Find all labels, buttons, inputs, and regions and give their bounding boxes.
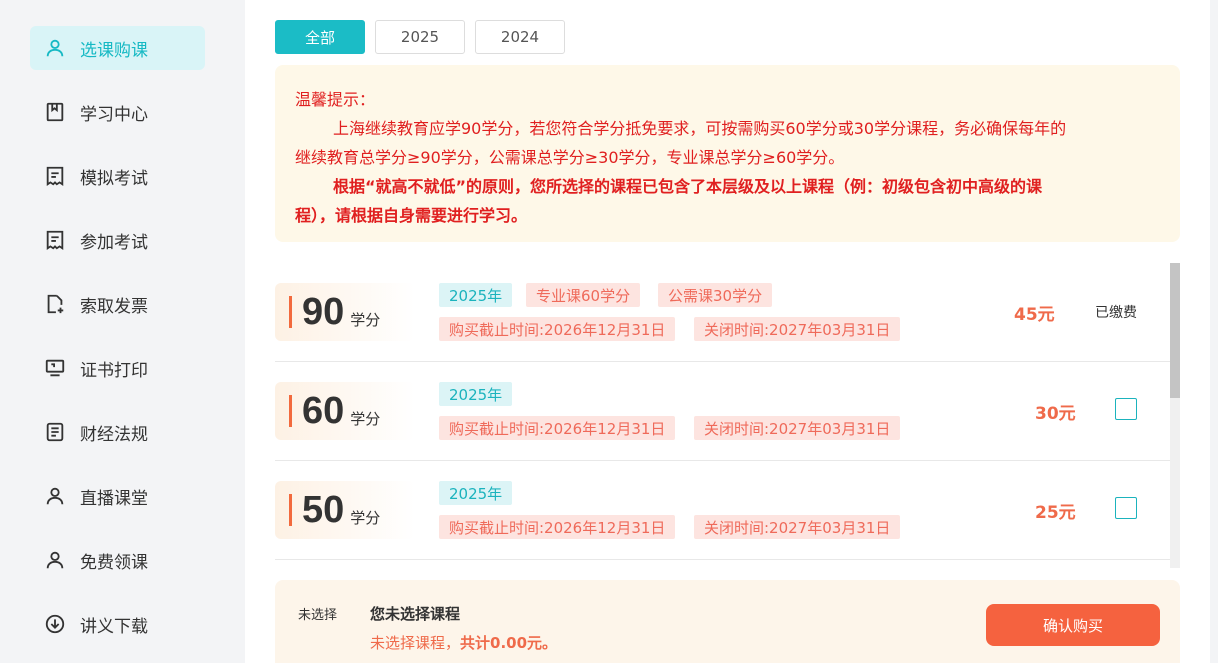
year-tag: 2025年 <box>439 283 513 307</box>
course-type-tag: 公需课30学分 <box>658 283 773 307</box>
scrollbar-thumb[interactable] <box>1170 263 1180 398</box>
course-price: 25元 <box>1035 503 1076 523</box>
course-select-checkbox[interactable] <box>1115 398 1137 420</box>
notice-line: 继续教育总学分≥90学分，公需课总学分≥30学分，专业课总学分≥60学分。 <box>295 148 845 167</box>
sidebar-item-study-center[interactable]: 学习中心 <box>30 90 205 134</box>
credit-accent-bar <box>289 494 292 526</box>
course-list: 90 学分 2025年 专业课60学分 公需课30学分 购买截止时间:2026年… <box>275 263 1170 568</box>
credit-number: 60 <box>302 389 345 432</box>
credit-accent-bar <box>289 395 292 427</box>
sidebar-item-label: 索取发票 <box>80 296 148 317</box>
credit-badge: 60 学分 <box>275 382 415 440</box>
sidebar-item-select-course[interactable]: 选课购课 <box>30 26 205 70</box>
monitor-print-icon <box>44 357 66 379</box>
year-tag: 2025年 <box>439 481 513 505</box>
notice-line: 上海继续教育应学90学分，若您符合学分抵免要求，可按需购买60学分或30学分课程… <box>333 119 1067 138</box>
sidebar-item-invoice[interactable]: 索取发票 <box>30 282 205 326</box>
course-row: 60 学分 2025年 购买截止时间:2026年12月31日 关闭时间:2027… <box>275 362 1170 461</box>
credit-badge: 90 学分 <box>275 283 415 341</box>
sidebar-item-label: 选课购课 <box>80 40 148 61</box>
selection-title: 您未选择课程 <box>370 605 461 623</box>
sidebar-item-label: 证书打印 <box>80 360 148 381</box>
course-select-checkbox[interactable] <box>1115 497 1137 519</box>
total-value: 共计0.00元。 <box>460 634 558 652</box>
user-icon <box>44 485 66 507</box>
download-circle-icon <box>44 613 66 635</box>
paid-status: 已缴费 <box>1095 305 1137 321</box>
close-time-tag: 关闭时间:2027年03月31日 <box>694 317 901 341</box>
purchase-deadline-tag: 购买截止时间:2026年12月31日 <box>439 416 676 440</box>
sidebar-item-free-course[interactable]: 免费领课 <box>30 538 205 582</box>
year-tag: 2025年 <box>439 382 513 406</box>
purchase-footer: 未选择 您未选择课程 未选择课程，共计0.00元。 确认购买 <box>275 580 1180 663</box>
document-list-icon <box>44 421 66 443</box>
main-panel: 全部 2025 2024 温馨提示： 上海继续教育应学90学分，若您符合学分抵免… <box>245 0 1210 663</box>
sidebar-item-label: 免费领课 <box>80 552 148 573</box>
tab-all[interactable]: 全部 <box>275 20 365 54</box>
purchase-deadline-tag: 购买截止时间:2026年12月31日 <box>439 515 676 539</box>
sidebar-item-finance-law[interactable]: 财经法规 <box>30 410 205 454</box>
notice-line-emphasis: 根据“就高不就低”的原则，您所选择的课程已包含了本层级及以上课程（例：初级包含初… <box>333 177 1043 196</box>
purchase-deadline-tag: 购买截止时间:2026年12月31日 <box>439 317 676 341</box>
credit-accent-bar <box>289 296 292 328</box>
sidebar-item-label: 参加考试 <box>80 232 148 253</box>
course-price: 30元 <box>1035 404 1076 424</box>
tab-2025[interactable]: 2025 <box>375 20 465 54</box>
course-row: 90 学分 2025年 专业课60学分 公需课30学分 购买截止时间:2026年… <box>275 263 1170 362</box>
credit-unit: 学分 <box>350 508 381 527</box>
tab-2024[interactable]: 2024 <box>475 20 565 54</box>
sidebar-item-certificate-print[interactable]: 证书打印 <box>30 346 205 390</box>
sidebar-item-live-class[interactable]: 直播课堂 <box>30 474 205 518</box>
course-row: 50 学分 2025年 购买截止时间:2026年12月31日 关闭时间:2027… <box>275 461 1170 560</box>
course-price: 45元 <box>1014 305 1055 325</box>
sidebar-item-label: 讲义下载 <box>80 616 148 637</box>
sidebar-item-label: 直播课堂 <box>80 488 148 509</box>
bookmark-book-icon <box>44 101 66 123</box>
credit-number: 50 <box>302 488 345 531</box>
credit-badge: 50 学分 <box>275 481 415 539</box>
close-time-tag: 关闭时间:2027年03月31日 <box>694 416 901 440</box>
total-prefix: 未选择课程， <box>370 634 461 652</box>
course-type-tag: 专业课60学分 <box>526 283 641 307</box>
sidebar: 选课购课 学习中心 模拟考试 参加考试 索取发票 证书打印 财经法规 直播课堂 … <box>0 0 228 663</box>
user-icon <box>44 37 66 59</box>
invoice-add-icon <box>44 293 66 315</box>
sidebar-item-label: 财经法规 <box>80 424 148 445</box>
credit-unit: 学分 <box>350 310 381 329</box>
selection-total: 未选择课程，共计0.00元。 <box>370 632 557 653</box>
notice-box: 温馨提示： 上海继续教育应学90学分，若您符合学分抵免要求，可按需购买60学分或… <box>275 65 1180 242</box>
sidebar-item-label: 模拟考试 <box>80 168 148 189</box>
confirm-purchase-button[interactable]: 确认购买 <box>986 604 1160 646</box>
notice-line-emphasis: 程），请根据自身需要进行学习。 <box>295 206 528 225</box>
sidebar-item-label: 学习中心 <box>80 104 148 125</box>
exam-doc-icon <box>44 165 66 187</box>
credit-number: 90 <box>302 290 345 333</box>
sidebar-item-mock-exam[interactable]: 模拟考试 <box>30 154 205 198</box>
credit-unit: 学分 <box>350 409 381 428</box>
notice-title: 温馨提示： <box>295 90 376 109</box>
sidebar-item-take-exam[interactable]: 参加考试 <box>30 218 205 262</box>
sidebar-item-handout-download[interactable]: 讲义下载 <box>30 602 205 646</box>
selection-status: 未选择 <box>298 608 338 623</box>
exam-doc-icon <box>44 229 66 251</box>
close-time-tag: 关闭时间:2027年03月31日 <box>694 515 901 539</box>
user-icon <box>44 549 66 571</box>
